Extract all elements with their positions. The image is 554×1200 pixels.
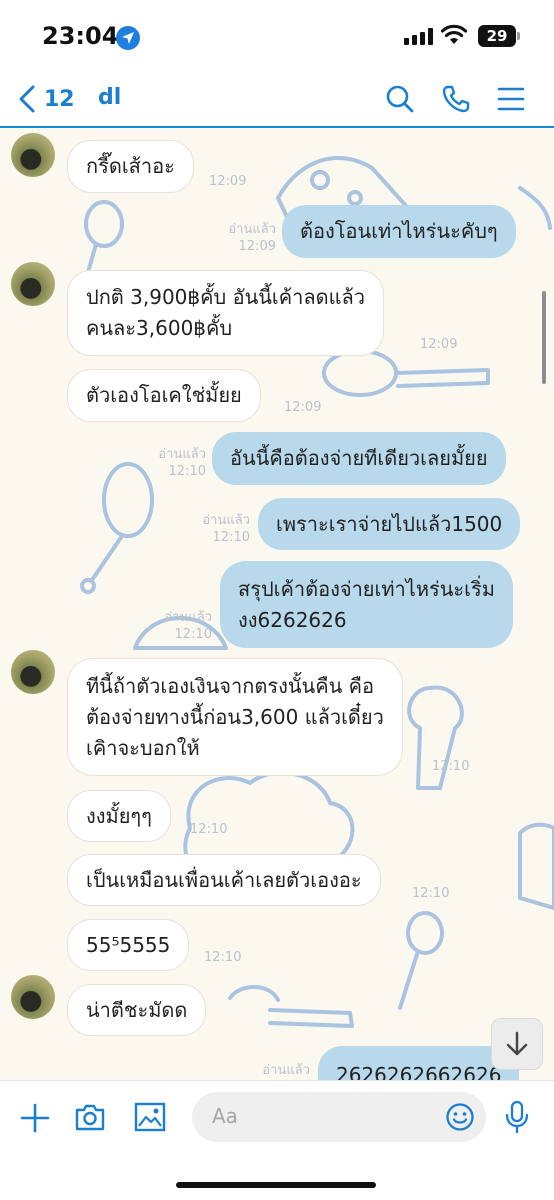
message-text: งงมั้ยๆๆ (86, 803, 152, 828)
message-time: 12:09 (238, 239, 276, 254)
message-time: 12:09 (284, 400, 322, 415)
avatar[interactable] (11, 262, 55, 306)
read-receipt: อ่านแล้ว (202, 513, 250, 528)
cellular-signal-icon (404, 28, 433, 45)
avatar[interactable] (11, 650, 55, 694)
message-text: น่าตีชะมัดด (86, 997, 188, 1022)
incoming-message-bubble[interactable]: น่าตีชะมัดด (67, 984, 207, 1036)
avatar[interactable] (11, 975, 55, 1019)
message-time: 12:10 (174, 627, 212, 642)
scroll-to-bottom-button[interactable] (491, 1018, 543, 1070)
avatar[interactable] (11, 133, 55, 177)
outgoing-message-bubble[interactable]: เพราะเราจ่ายไปแล้ว1500 (258, 498, 521, 550)
message-text: ปกติ 3,900฿คั้บ อันนี้เค้าลดแล้ว คนละ3,6… (86, 285, 365, 340)
chevron-left-icon (19, 85, 35, 113)
search-icon[interactable] (385, 84, 415, 114)
message-time: 12:10 (432, 759, 470, 774)
incoming-message-bubble[interactable]: กรี๊ดเส้าอะ (67, 140, 194, 193)
message-time: 12:10 (204, 950, 242, 965)
camera-icon[interactable] (74, 1101, 106, 1133)
message-time: 12:10 (212, 530, 250, 545)
message-time: 12:10 (412, 886, 450, 901)
emoji-icon[interactable] (445, 1102, 475, 1132)
unread-count: 12 (44, 86, 75, 112)
arrow-down-icon (506, 1031, 528, 1056)
read-receipt: อ่านแล้ว (262, 1063, 310, 1078)
message-text: เป็นเหมือนเพื่อนเค้าเลยตัวเองอะ (86, 867, 362, 892)
message-text: 55⁵5555 (86, 932, 171, 957)
message-text: อันนี้คือต้องจ่ายทีเดียวเลยมั้ยย (230, 446, 488, 470)
incoming-message-bubble[interactable]: เป็นเหมือนเพื่อนเค้าเลยตัวเองอะ (67, 854, 381, 906)
message-text: 2626262662626 (336, 1063, 502, 1080)
outgoing-message-bubble[interactable]: 2626262662626 (318, 1046, 520, 1080)
location-arrow-icon (116, 26, 140, 50)
message-text: กรี๊ดเส้าอะ (86, 154, 175, 178)
incoming-message-bubble[interactable]: งงมั้ยๆๆ (67, 790, 171, 842)
incoming-message-bubble[interactable]: ตัวเองโอเคใช่มั้ยย (67, 369, 261, 422)
microphone-icon[interactable] (503, 1100, 531, 1134)
phone-call-icon[interactable] (441, 84, 471, 114)
message-text: ต้องโอนเท่าไหร่นะคับๆ (300, 219, 498, 243)
message-text: สรุปเค้าต้องจ่ายเท่าไหร่นะเริ่ม งง626262… (238, 576, 495, 632)
message-time: 12:09 (209, 174, 247, 189)
message-input-field[interactable] (192, 1092, 486, 1142)
message-time: 12:10 (190, 822, 228, 837)
message-time: 12:10 (168, 464, 206, 479)
read-receipt: อ่านแล้ว (228, 222, 276, 237)
back-button[interactable]: 12 (18, 84, 75, 114)
status-bar: 23:04 29 (0, 0, 554, 72)
chat-area: กรี๊ดเส้าอะ 12:09 อ่านแล้ว 12:09 ต้องโอน… (0, 128, 554, 1080)
message-time: 12:09 (420, 337, 458, 352)
battery-indicator: 29 (478, 25, 520, 47)
outgoing-message-bubble[interactable]: อันนี้คือต้องจ่ายทีเดียวเลยมั้ยย (212, 432, 506, 485)
outgoing-message-bubble[interactable]: สรุปเค้าต้องจ่ายเท่าไหร่นะเริ่ม งง626262… (220, 561, 513, 648)
message-input[interactable] (212, 1104, 432, 1128)
read-receipt: อ่านแล้ว (164, 610, 212, 625)
incoming-message-bubble[interactable]: ทีนี้ถ้าตัวเองเงินจากตรงนั้นคืน คือ ต้อง… (67, 658, 403, 776)
menu-icon[interactable] (497, 84, 525, 114)
message-text: ทีนี้ถ้าตัวเองเงินจากตรงนั้นคืน คือ ต้อง… (86, 673, 384, 760)
home-indicator (176, 1182, 376, 1188)
chat-header: 12 dl (0, 72, 554, 128)
read-receipt: อ่านแล้ว (158, 447, 206, 462)
outgoing-message-bubble[interactable]: ต้องโอนเท่าไหร่นะคับๆ (282, 205, 516, 258)
incoming-message-bubble[interactable]: 55⁵5555 (67, 919, 190, 971)
chat-title: dl (98, 85, 122, 110)
plus-icon[interactable] (20, 1103, 50, 1133)
message-text: เพราะเราจ่ายไปแล้ว1500 (276, 511, 503, 536)
wifi-icon (440, 24, 468, 44)
image-icon[interactable] (134, 1102, 166, 1132)
scrollbar[interactable] (542, 291, 546, 384)
message-text: ตัวเองโอเคใช่มั้ยย (86, 383, 242, 407)
status-time: 23:04 (42, 22, 119, 50)
incoming-message-bubble[interactable]: ปกติ 3,900฿คั้บ อันนี้เค้าลดแล้ว คนละ3,6… (67, 270, 384, 356)
